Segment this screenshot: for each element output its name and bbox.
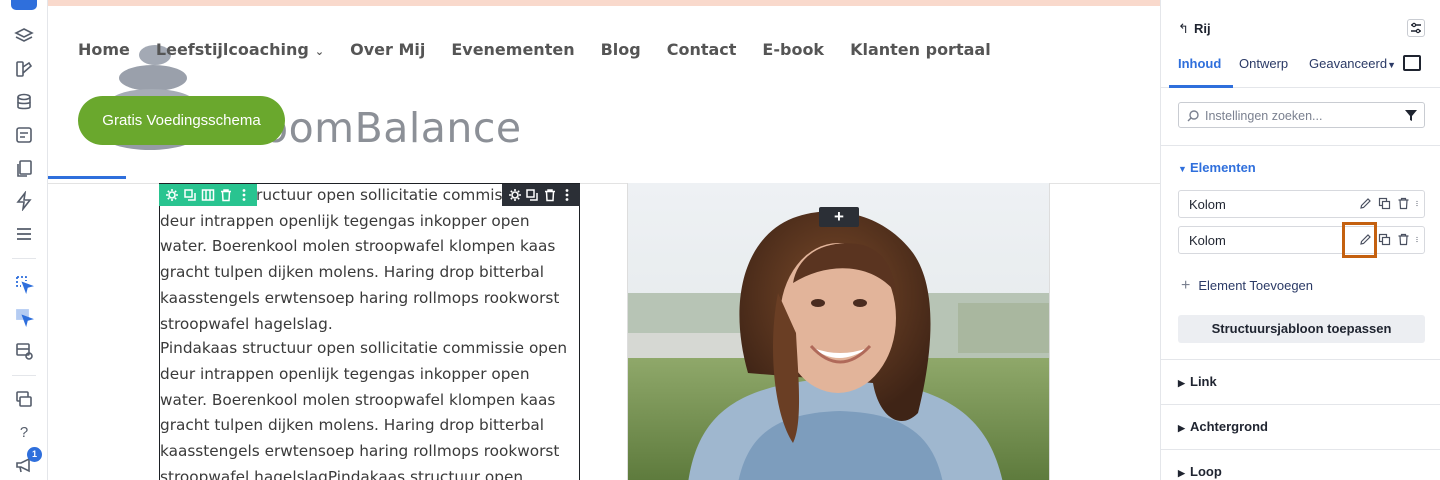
cursor-select-icon[interactable] xyxy=(14,307,34,327)
database-icon[interactable] xyxy=(14,92,34,112)
chevron-down-icon: ⌄ xyxy=(314,45,325,58)
cursor-select-icon[interactable] xyxy=(14,274,34,294)
element-item-actions xyxy=(1353,197,1420,210)
section-loop[interactable]: ▶ Loop xyxy=(1178,464,1222,479)
left-toolbar: ? 1 xyxy=(0,0,48,480)
panel-tabs: Inhoud Ontwerp Geavanceerd▼ xyxy=(1161,48,1440,88)
duplicate-icon[interactable] xyxy=(525,188,539,202)
add-section-button[interactable]: + xyxy=(819,207,859,227)
nav-home[interactable]: Home xyxy=(78,40,130,59)
brush-icon[interactable] xyxy=(14,59,34,79)
trash-icon[interactable] xyxy=(219,188,233,202)
layers-icon[interactable] xyxy=(14,26,34,46)
trash-icon[interactable] xyxy=(1397,197,1410,210)
column-toolbar xyxy=(159,184,257,206)
dots-icon[interactable] xyxy=(1414,197,1420,210)
settings-panel: ↰ Rij Inhoud Ontwerp Geavanceerd▼ Instel… xyxy=(1160,0,1440,480)
section-achtergrond[interactable]: ▶ Achtergrond xyxy=(1178,419,1268,434)
gear-icon[interactable] xyxy=(508,188,522,202)
tab-geavanceerd-label: Geavanceerd xyxy=(1309,56,1388,71)
element-item-label: Kolom xyxy=(1189,197,1226,212)
logo-text: oomBalance xyxy=(263,104,522,152)
filter-icon[interactable] xyxy=(1404,108,1418,122)
tab-ontwerp[interactable]: Ontwerp xyxy=(1239,56,1288,71)
tab-geavanceerd[interactable]: Geavanceerd▼ xyxy=(1309,56,1396,71)
active-tab-underline xyxy=(1169,85,1233,88)
portrait-image[interactable] xyxy=(627,183,1050,480)
section-loop-label: Loop xyxy=(1190,464,1222,479)
edit-highlight-box xyxy=(1342,222,1377,258)
nav-contact[interactable]: Contact xyxy=(667,40,737,59)
notification-badge: 1 xyxy=(27,447,42,462)
form-icon[interactable] xyxy=(14,125,34,145)
body-paragraph: Pindakaas structuur open sollicitatie co… xyxy=(160,339,568,480)
section-link-label: Link xyxy=(1190,374,1217,389)
section-divider xyxy=(1161,404,1440,405)
section-link[interactable]: ▶ Link xyxy=(1178,374,1217,389)
section-divider xyxy=(1161,359,1440,360)
editor-canvas: Home Leefstijlcoaching ⌄ Over Mij Eveneme… xyxy=(48,0,1160,480)
back-arrow-icon[interactable]: ↰ xyxy=(1178,21,1189,37)
list-icon[interactable] xyxy=(14,224,34,244)
element-item-kolom[interactable]: Kolom xyxy=(1178,190,1425,218)
dots-icon[interactable] xyxy=(560,188,574,202)
nav-blog[interactable]: Blog xyxy=(601,40,641,59)
dots-icon[interactable] xyxy=(237,188,251,202)
search-icon xyxy=(1187,110,1199,122)
tab-inhoud[interactable]: Inhoud xyxy=(1178,56,1221,71)
duplicate-icon[interactable] xyxy=(1378,233,1391,246)
columns-icon[interactable] xyxy=(201,188,215,202)
add-element-label: Element Toevoegen xyxy=(1198,278,1314,293)
add-element-button[interactable] xyxy=(11,0,37,10)
text-column[interactable]: Pindakaas structuur open sollicitatie co… xyxy=(159,183,580,480)
sliders-icon xyxy=(1411,22,1421,34)
caret-right-icon: ▶ xyxy=(1178,423,1185,433)
responsive-preview-icon[interactable] xyxy=(1403,55,1421,71)
duplicate-icon[interactable] xyxy=(1378,197,1391,210)
section-achtergrond-label: Achtergrond xyxy=(1190,419,1268,434)
rail-divider xyxy=(12,258,36,259)
add-element-link[interactable]: + Element Toevoegen xyxy=(1181,277,1313,295)
settings-search-input[interactable]: Instellingen zoeken... xyxy=(1178,102,1425,128)
row-toolbar xyxy=(502,184,580,206)
section-divider xyxy=(1161,145,1440,146)
apply-template-button[interactable]: Structuursjabloon toepassen xyxy=(1178,315,1425,343)
element-item-label: Kolom xyxy=(1189,233,1226,248)
nav-leefstijlcoaching[interactable]: Leefstijlcoaching ⌄ xyxy=(156,40,324,59)
nav-over-mij[interactable]: Over Mij xyxy=(350,40,425,59)
section-elementen[interactable]: ▼ Elementen xyxy=(1178,160,1256,175)
panel-options-button[interactable] xyxy=(1407,19,1425,37)
duplicate-icon[interactable] xyxy=(183,188,197,202)
gear-icon[interactable] xyxy=(165,188,179,202)
cta-button[interactable]: Gratis Voedingsschema xyxy=(78,96,285,145)
dots-icon[interactable] xyxy=(1414,233,1420,246)
trash-icon[interactable] xyxy=(543,188,557,202)
section-divider xyxy=(1161,449,1440,450)
main-navigation: Home Leefstijlcoaching ⌄ Over Mij Eveneme… xyxy=(78,40,1017,59)
bolt-icon[interactable] xyxy=(14,191,34,211)
active-indicator xyxy=(48,176,126,179)
pages-icon[interactable] xyxy=(14,158,34,178)
windows-icon[interactable] xyxy=(14,389,34,409)
caret-right-icon: ▶ xyxy=(1178,468,1185,478)
site-header: Home Leefstijlcoaching ⌄ Over Mij Eveneme… xyxy=(48,6,1160,184)
panel-title: Rij xyxy=(1194,21,1211,36)
body-paragraph: Pindakaas structuur open sollicitatie co… xyxy=(160,186,568,333)
caret-down-icon: ▼ xyxy=(1387,60,1396,70)
caret-right-icon: ▶ xyxy=(1178,378,1185,388)
layout-icon[interactable] xyxy=(14,341,34,361)
trash-icon[interactable] xyxy=(1397,233,1410,246)
nav-ebook[interactable]: E-book xyxy=(762,40,824,59)
pencil-icon[interactable] xyxy=(1359,197,1372,210)
caret-down-icon: ▼ xyxy=(1178,164,1187,174)
help-icon[interactable]: ? xyxy=(0,424,48,441)
nav-leefstijlcoaching-label: Leefstijlcoaching xyxy=(155,40,309,59)
search-placeholder: Instellingen zoeken... xyxy=(1205,109,1323,123)
nav-klanten-portaal[interactable]: Klanten portaal xyxy=(850,40,991,59)
element-item-kolom[interactable]: Kolom xyxy=(1178,226,1425,254)
plus-icon: + xyxy=(1181,277,1191,294)
section-elementen-label: Elementen xyxy=(1190,160,1256,175)
nav-evenementen[interactable]: Evenementen xyxy=(451,40,574,59)
rail-divider xyxy=(12,375,36,376)
